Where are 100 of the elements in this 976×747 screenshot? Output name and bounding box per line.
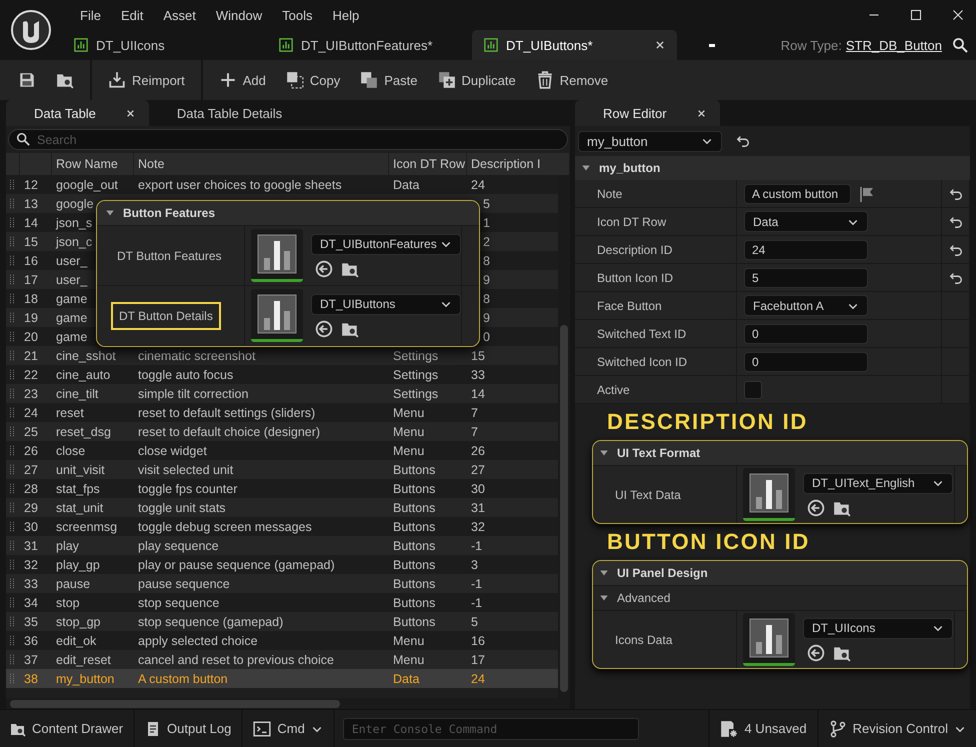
table-cell-text: Menu (392, 634, 424, 648)
table-cell-text: cancel and reset to previous choice (137, 652, 334, 666)
tab-label: Data Table Details (176, 106, 282, 120)
subsection-title: Advanced (617, 591, 670, 605)
property-label: Icons Data (615, 632, 672, 646)
table-cell-text: Data (392, 672, 420, 686)
table-cell-text: apply selected choice (137, 634, 258, 648)
row-number: 32 (23, 558, 38, 572)
table-cell-text: play or pause sequence (gamepad) (137, 558, 335, 572)
table-cell-text: 16 (470, 634, 485, 648)
table-cell-text: play (55, 538, 79, 552)
table-cell-text: 24 (470, 178, 485, 192)
table-cell-text: export user choices to google sheets (137, 178, 342, 192)
table-cell-text: -1 (470, 576, 482, 590)
table-cell-text: reset to default choice (designer) (137, 424, 320, 438)
table-cell-text: pause sequence (137, 576, 230, 590)
row-type-label: Row Type: (780, 38, 842, 52)
table-cell-text: 2 (482, 234, 490, 248)
table-cell-text: stop sequence (137, 596, 220, 610)
property-label: Switched Icon ID (597, 354, 688, 368)
property-label: Icon DT Row (597, 214, 666, 228)
table-cell-text: 5 (470, 614, 478, 628)
row-number: 35 (23, 614, 38, 628)
row-number: 36 (23, 634, 38, 648)
table-cell-text: reset (55, 406, 84, 420)
table-cell-text: 17 (470, 652, 485, 666)
annotation-caption: DESCRIPTION ID (606, 408, 809, 434)
table-cell-text: 26 (470, 444, 485, 458)
table-cell-text: user_ (55, 254, 88, 268)
row-number: 38 (23, 672, 38, 686)
table-cell-text: reset to default settings (sliders) (137, 406, 316, 420)
table-cell-text: Settings (392, 368, 438, 382)
row-number: 14 (23, 216, 38, 230)
row-number: 27 (23, 462, 38, 476)
table-cell-text: 0 (482, 330, 490, 344)
annotation-caption: BUTTON ICON ID (606, 528, 811, 554)
row-number: 34 (23, 596, 38, 610)
table-cell-text: json_c (54, 234, 92, 248)
table-cell-text: cinematic screenshot (137, 348, 256, 362)
row-number: 25 (23, 424, 38, 438)
table-cell-text: user_ (55, 272, 88, 286)
table-cell-text: Menu (392, 424, 424, 438)
table-cell-text: 1 (482, 216, 490, 230)
table-cell-text: google_out (55, 178, 118, 192)
row-number: 22 (23, 368, 38, 382)
section-title: my_button (599, 161, 660, 175)
table-cell-text: Settings (392, 386, 438, 400)
table-cell-text: game (55, 330, 88, 344)
property-label: DT Button Features (116, 248, 222, 264)
table-cell-text: A custom button (137, 672, 228, 686)
table-cell-text: 7 (470, 406, 478, 420)
table-cell-text: json_s (54, 216, 92, 230)
table-cell-text: unit_visit (55, 462, 105, 476)
table-cell-text: cine_tilt (55, 386, 98, 400)
row-number: 13 (23, 196, 38, 210)
table-cell-text: 24 (470, 672, 485, 686)
table-cell-text: toggle fps counter (137, 482, 238, 496)
row-number: 31 (23, 538, 38, 552)
property-label: Face Button (597, 298, 662, 312)
table-cell-text: 32 (470, 520, 485, 534)
row-number: 33 (23, 576, 38, 590)
table-cell-text: 8 (482, 292, 490, 306)
table-cell-text: close widget (137, 444, 207, 458)
section-title: UI Panel Design (617, 566, 708, 580)
tab-label: Row Editor (603, 106, 667, 120)
row-number: 24 (23, 406, 38, 420)
row-number: 30 (23, 520, 38, 534)
property-label: Button Icon ID (597, 270, 674, 284)
table-cell-text: toggle unit stats (137, 500, 226, 514)
section-title: Button Features (123, 206, 216, 220)
tab-label: DT_UIButtons* (506, 38, 593, 52)
table-cell-text: stat_unit (55, 500, 104, 514)
row-number: 23 (23, 386, 38, 400)
section-title: UI Text Format (617, 446, 700, 460)
property-label: UI Text Data (615, 488, 681, 502)
table-cell-text: Buttons (392, 500, 436, 514)
table-cell-text: Buttons (392, 614, 436, 628)
table-cell-text: play_gp (55, 558, 100, 572)
table-cell-text: 5 (482, 196, 490, 210)
row-number: 19 (23, 310, 38, 324)
table-cell-text: Buttons (392, 482, 436, 496)
row-number: 26 (23, 444, 38, 458)
table-cell-text: Buttons (392, 538, 436, 552)
table-cell-text: stop_gp (55, 614, 100, 628)
property-label: Description ID (597, 242, 672, 256)
table-cell-text: toggle auto focus (137, 368, 234, 382)
row-number: 20 (23, 330, 38, 344)
row-number: 29 (23, 500, 38, 514)
table-cell-text: Menu (392, 652, 424, 666)
table-cell-text: Menu (392, 406, 424, 420)
tab-label: Data Table (34, 106, 96, 120)
table-cell-text: Buttons (392, 576, 436, 590)
table-cell-text: stop sequence (gamepad) (137, 614, 284, 628)
table-cell-text: close (55, 444, 86, 458)
table-cell-text: 33 (470, 368, 485, 382)
table-cell-text: cine_sshot (55, 348, 116, 362)
table-cell-text: game (55, 310, 88, 324)
row-number: 21 (23, 348, 38, 362)
row-number: 15 (23, 234, 38, 248)
table-cell-text: 30 (470, 482, 485, 496)
